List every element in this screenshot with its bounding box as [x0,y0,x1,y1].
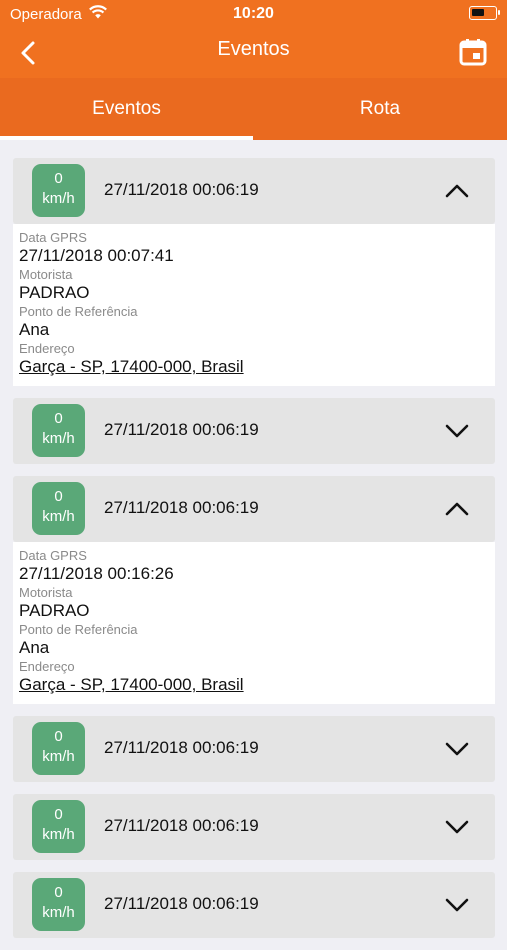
speed-badge: 0 km/h [32,482,85,535]
event-header[interactable]: 0 km/h 27/11/2018 00:06:19 [13,476,495,542]
driver-value: PADRAO [19,601,90,620]
tab-bar: Eventos Rota [0,78,507,140]
event-card: 0 km/h 27/11/2018 00:06:19 [13,398,495,464]
event-details: Data GPRS 27/11/2018 00:07:41 Motorista … [13,224,495,386]
chevron-down-icon[interactable] [445,894,469,916]
reference-value: Ana [19,638,50,657]
speed-badge: 0 km/h [32,878,85,931]
event-card: 0 km/h 27/11/2018 00:06:19 [13,794,495,860]
speed-unit: km/h [42,190,75,207]
event-header[interactable]: 0 km/h 27/11/2018 00:06:19 [13,158,495,224]
chevron-up-icon[interactable] [445,180,469,202]
address-label: Endereço [19,659,75,674]
driver-label: Motorista [19,585,73,600]
speed-unit: km/h [42,826,75,843]
calendar-icon[interactable] [459,38,487,66]
event-header[interactable]: 0 km/h 27/11/2018 00:06:19 [13,716,495,782]
gprs-label: Data GPRS [19,230,87,245]
navigation-bar: Eventos [0,28,507,78]
clock: 10:20 [233,5,274,22]
event-date: 27/11/2018 00:06:19 [104,816,259,835]
event-date: 27/11/2018 00:06:19 [104,894,259,913]
event-card: 0 km/h 27/11/2018 00:06:19 [13,872,495,938]
event-date: 27/11/2018 00:06:19 [104,180,259,199]
status-bar: Operadora 10:20 [0,0,507,28]
speed-unit: km/h [42,508,75,525]
speed-badge: 0 km/h [32,404,85,457]
speed-value: 0 [54,806,63,823]
reference-value: Ana [19,320,50,339]
battery-icon [469,6,500,20]
speed-value: 0 [54,884,63,901]
driver-label: Motorista [19,267,73,282]
tab-rota[interactable]: Rota [253,78,507,140]
speed-unit: km/h [42,430,75,447]
chevron-down-icon[interactable] [445,420,469,442]
event-card: 0 km/h 27/11/2018 00:06:19 [13,716,495,782]
page-title: Eventos [217,38,290,60]
event-date: 27/11/2018 00:06:19 [104,498,259,517]
speed-badge: 0 km/h [32,800,85,853]
event-details: Data GPRS 27/11/2018 00:16:26 Motorista … [13,542,495,704]
speed-badge: 0 km/h [32,722,85,775]
chevron-down-icon[interactable] [445,738,469,760]
address-link[interactable]: Garça - SP, 17400-000, Brasil [19,356,489,378]
event-header[interactable]: 0 km/h 27/11/2018 00:06:19 [13,794,495,860]
tab-eventos[interactable]: Eventos [0,78,253,140]
address-link[interactable]: Garça - SP, 17400-000, Brasil [19,674,489,696]
chevron-down-icon[interactable] [445,816,469,838]
reference-label: Ponto de Referência [19,622,138,637]
speed-value: 0 [54,170,63,187]
event-list: 0 km/h 27/11/2018 00:06:19 Data GPRS 27/… [13,158,495,950]
event-date: 27/11/2018 00:06:19 [104,420,259,439]
speed-value: 0 [54,488,63,505]
chevron-up-icon[interactable] [445,498,469,520]
speed-value: 0 [54,728,63,745]
gprs-label: Data GPRS [19,548,87,563]
event-card: 0 km/h 27/11/2018 00:06:19 Data GPRS 27/… [13,476,495,704]
event-date: 27/11/2018 00:06:19 [104,738,259,757]
event-header[interactable]: 0 km/h 27/11/2018 00:06:19 [13,398,495,464]
speed-unit: km/h [42,904,75,921]
speed-value: 0 [54,410,63,427]
reference-label: Ponto de Referência [19,304,138,319]
tab-selection-indicator [0,136,253,140]
driver-value: PADRAO [19,283,90,302]
address-label: Endereço [19,341,75,356]
gprs-value: 27/11/2018 00:07:41 [19,246,174,265]
speed-unit: km/h [42,748,75,765]
speed-badge: 0 km/h [32,164,85,217]
event-header[interactable]: 0 km/h 27/11/2018 00:06:19 [13,872,495,938]
event-card: 0 km/h 27/11/2018 00:06:19 Data GPRS 27/… [13,158,495,386]
gprs-value: 27/11/2018 00:16:26 [19,564,174,583]
